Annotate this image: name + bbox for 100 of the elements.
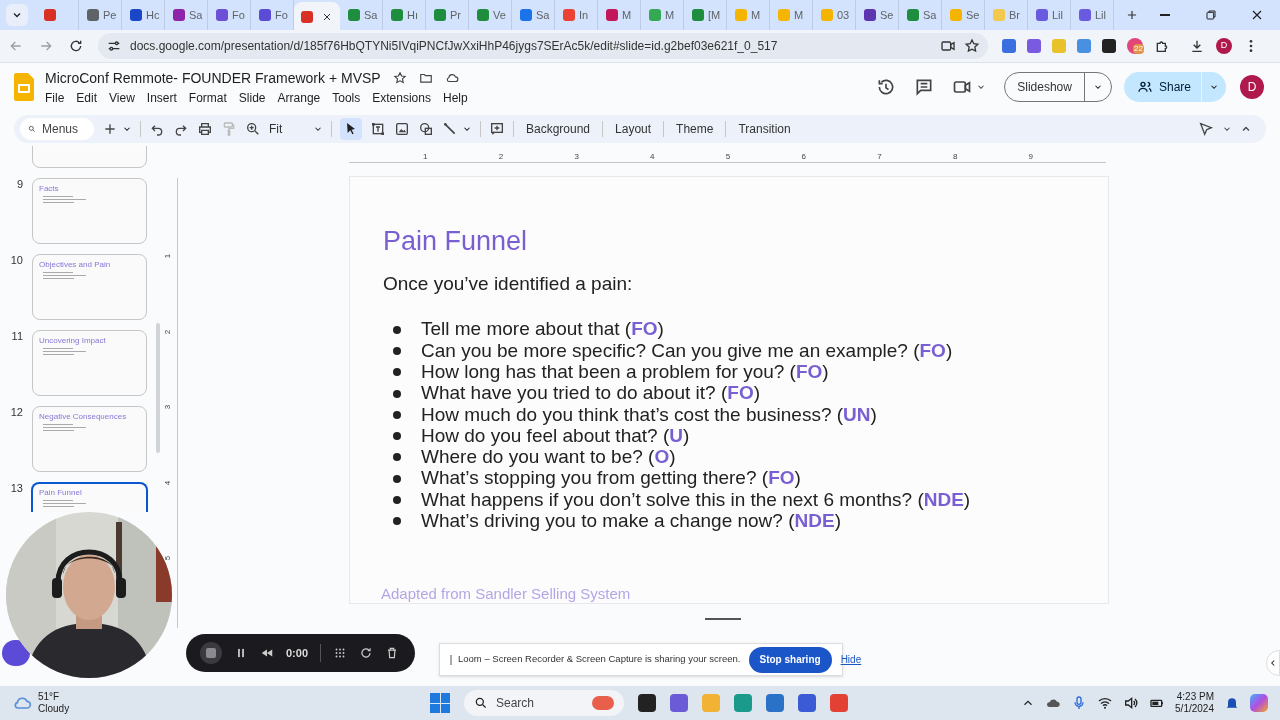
profile-avatar[interactable]: D bbox=[1216, 38, 1232, 54]
ruler-number: 4 bbox=[162, 480, 174, 485]
slide-thumbnail[interactable]: Facts bbox=[32, 178, 147, 244]
print-icon[interactable] bbox=[197, 121, 213, 137]
thumbnail-text-line bbox=[43, 199, 86, 200]
menu-item[interactable]: Arrange bbox=[277, 88, 321, 107]
line-icon[interactable] bbox=[442, 121, 458, 137]
recording-timer: 0:00 bbox=[286, 645, 309, 661]
pen-icon[interactable] bbox=[1198, 121, 1214, 137]
stop-recording-button[interactable] bbox=[200, 642, 222, 664]
ruler-number: 5 bbox=[725, 151, 731, 163]
side-panel-toggle[interactable] bbox=[1266, 650, 1280, 676]
document-title[interactable]: MicroConf Remmote- FOUNDER Framework + MVSP bbox=[45, 67, 381, 89]
bookmark-star-icon bbox=[964, 38, 980, 54]
camera-icon bbox=[940, 38, 956, 54]
zoom-dropdown[interactable]: Fit bbox=[269, 120, 323, 138]
restart-icon[interactable] bbox=[359, 646, 374, 660]
extension-icon[interactable] bbox=[1102, 39, 1116, 53]
menu-item[interactable]: Slide bbox=[238, 88, 266, 107]
ruler-number: 3 bbox=[162, 404, 174, 410]
thumbnail-title: Pain Funnel bbox=[39, 488, 83, 497]
browser-tab[interactable] bbox=[294, 2, 340, 32]
thumbnail-text-line bbox=[43, 278, 74, 279]
slide-thumbnail[interactable]: Objectives and Pain bbox=[32, 254, 147, 320]
select-tool-button[interactable] bbox=[340, 118, 362, 140]
bullet-icon bbox=[393, 368, 401, 377]
menu-item[interactable]: Help bbox=[442, 88, 468, 107]
taskbar-app-icon[interactable] bbox=[798, 694, 816, 712]
thumbnail-title: Negative Consequences bbox=[39, 412, 128, 421]
new-slide-icon[interactable] bbox=[102, 121, 118, 137]
bullet-icon bbox=[393, 474, 401, 483]
bullet-text[interactable]: Tell me more about that (FO) bbox=[421, 315, 664, 344]
puzzle-icon[interactable] bbox=[1154, 38, 1170, 54]
search-input[interactable]: Search bbox=[496, 694, 576, 712]
bullet-icon bbox=[393, 389, 401, 398]
weather-text: Cloudy bbox=[38, 703, 70, 715]
slide-thumbnail[interactable]: Pain Funnel bbox=[31, 482, 148, 512]
menu-item[interactable]: Tools bbox=[332, 88, 361, 107]
text-box-icon[interactable] bbox=[370, 121, 386, 137]
shapes-icon[interactable] bbox=[418, 121, 434, 137]
thumbnail-text-line bbox=[43, 424, 73, 425]
start-icon[interactable] bbox=[430, 693, 450, 713]
menu-item[interactable]: Insert bbox=[146, 88, 177, 107]
thumbnail-text-line bbox=[43, 427, 86, 428]
resize-handle[interactable] bbox=[705, 618, 741, 620]
minimize-icon bbox=[1160, 14, 1170, 16]
ruler-number: 3 bbox=[574, 151, 579, 163]
drag-handle-icon[interactable] bbox=[450, 654, 452, 665]
zoom-icon[interactable] bbox=[245, 121, 261, 137]
thumbnail-text-line bbox=[43, 354, 74, 355]
toolbar-button[interactable]: Layout bbox=[611, 120, 656, 138]
cloud-icon[interactable] bbox=[444, 71, 459, 85]
menu-search-field[interactable]: Menus bbox=[20, 118, 94, 140]
speaker-icon[interactable] bbox=[1123, 695, 1140, 711]
menu-item[interactable]: File bbox=[45, 88, 65, 107]
menu-item[interactable]: Extensions bbox=[372, 88, 431, 107]
slide-title[interactable]: Pain Funnel bbox=[383, 221, 1075, 262]
thumbnail-text-line bbox=[43, 275, 86, 276]
toolbar-button[interactable]: Background bbox=[522, 120, 595, 138]
hide-link[interactable]: Hide bbox=[840, 652, 862, 667]
clock-time[interactable]: 4:23 PM bbox=[1176, 691, 1214, 703]
add-comment-icon[interactable] bbox=[489, 121, 505, 137]
taskbar-search-field[interactable]: Search bbox=[464, 690, 624, 716]
menu-item[interactable]: Format bbox=[188, 88, 227, 107]
taskbar-app-icon[interactable] bbox=[638, 694, 656, 712]
restore-icon bbox=[1203, 7, 1219, 23]
bullet-icon bbox=[393, 410, 401, 419]
slide-thumbnail[interactable]: Negative Consequences bbox=[32, 406, 147, 472]
slide-number: 9 bbox=[15, 177, 23, 192]
slide-text[interactable]: Once you’ve identified a pain: bbox=[383, 269, 1075, 298]
folder-icon[interactable] bbox=[418, 71, 433, 85]
toolbar-button[interactable]: Transition bbox=[734, 120, 795, 138]
image-icon[interactable] bbox=[394, 121, 410, 137]
ruler-number: 1 bbox=[162, 253, 174, 259]
comment-icon[interactable] bbox=[914, 77, 935, 97]
download-icon[interactable] bbox=[1189, 38, 1205, 54]
menu-item[interactable]: View bbox=[109, 88, 135, 107]
account-avatar[interactable]: D bbox=[1240, 75, 1264, 99]
address-bar[interactable]: docs.google.com/presentation/d/185f76HbQTYNi5IVqiPNCfJwXxiHhP46jygs7SErAc5k/edit#slide=id.g2bef03e621f_0_517 bbox=[98, 33, 988, 59]
thumbnail-title: Uncovering Impact bbox=[39, 336, 107, 345]
thumbnail-text-line bbox=[43, 196, 73, 197]
toolbar-button[interactable]: Theme bbox=[672, 120, 718, 138]
menu-item[interactable]: Edit bbox=[76, 88, 98, 107]
site-settings-icon bbox=[106, 38, 122, 54]
reload-icon[interactable] bbox=[68, 38, 84, 54]
tab-list-button[interactable] bbox=[6, 4, 28, 26]
star-icon[interactable] bbox=[392, 71, 407, 85]
scrollbar[interactable] bbox=[156, 323, 160, 453]
ruler-number: 6 bbox=[801, 151, 806, 163]
stop-sharing-button[interactable]: Stop sharing bbox=[748, 646, 832, 673]
slide-thumbnail[interactable]: Uncovering Impact bbox=[32, 330, 147, 396]
thumbnail-title: Facts bbox=[39, 184, 60, 193]
bullet-icon bbox=[393, 346, 401, 355]
ruler-number: 5 bbox=[162, 556, 174, 561]
search-input[interactable]: Menus bbox=[42, 120, 86, 138]
ruler-number: 1 bbox=[423, 151, 428, 163]
slide-number: 12 bbox=[9, 405, 23, 420]
bell-icon[interactable] bbox=[1224, 695, 1240, 711]
wifi-icon[interactable] bbox=[1097, 695, 1114, 711]
clock-date[interactable]: 5/1/2024 bbox=[1175, 703, 1214, 715]
